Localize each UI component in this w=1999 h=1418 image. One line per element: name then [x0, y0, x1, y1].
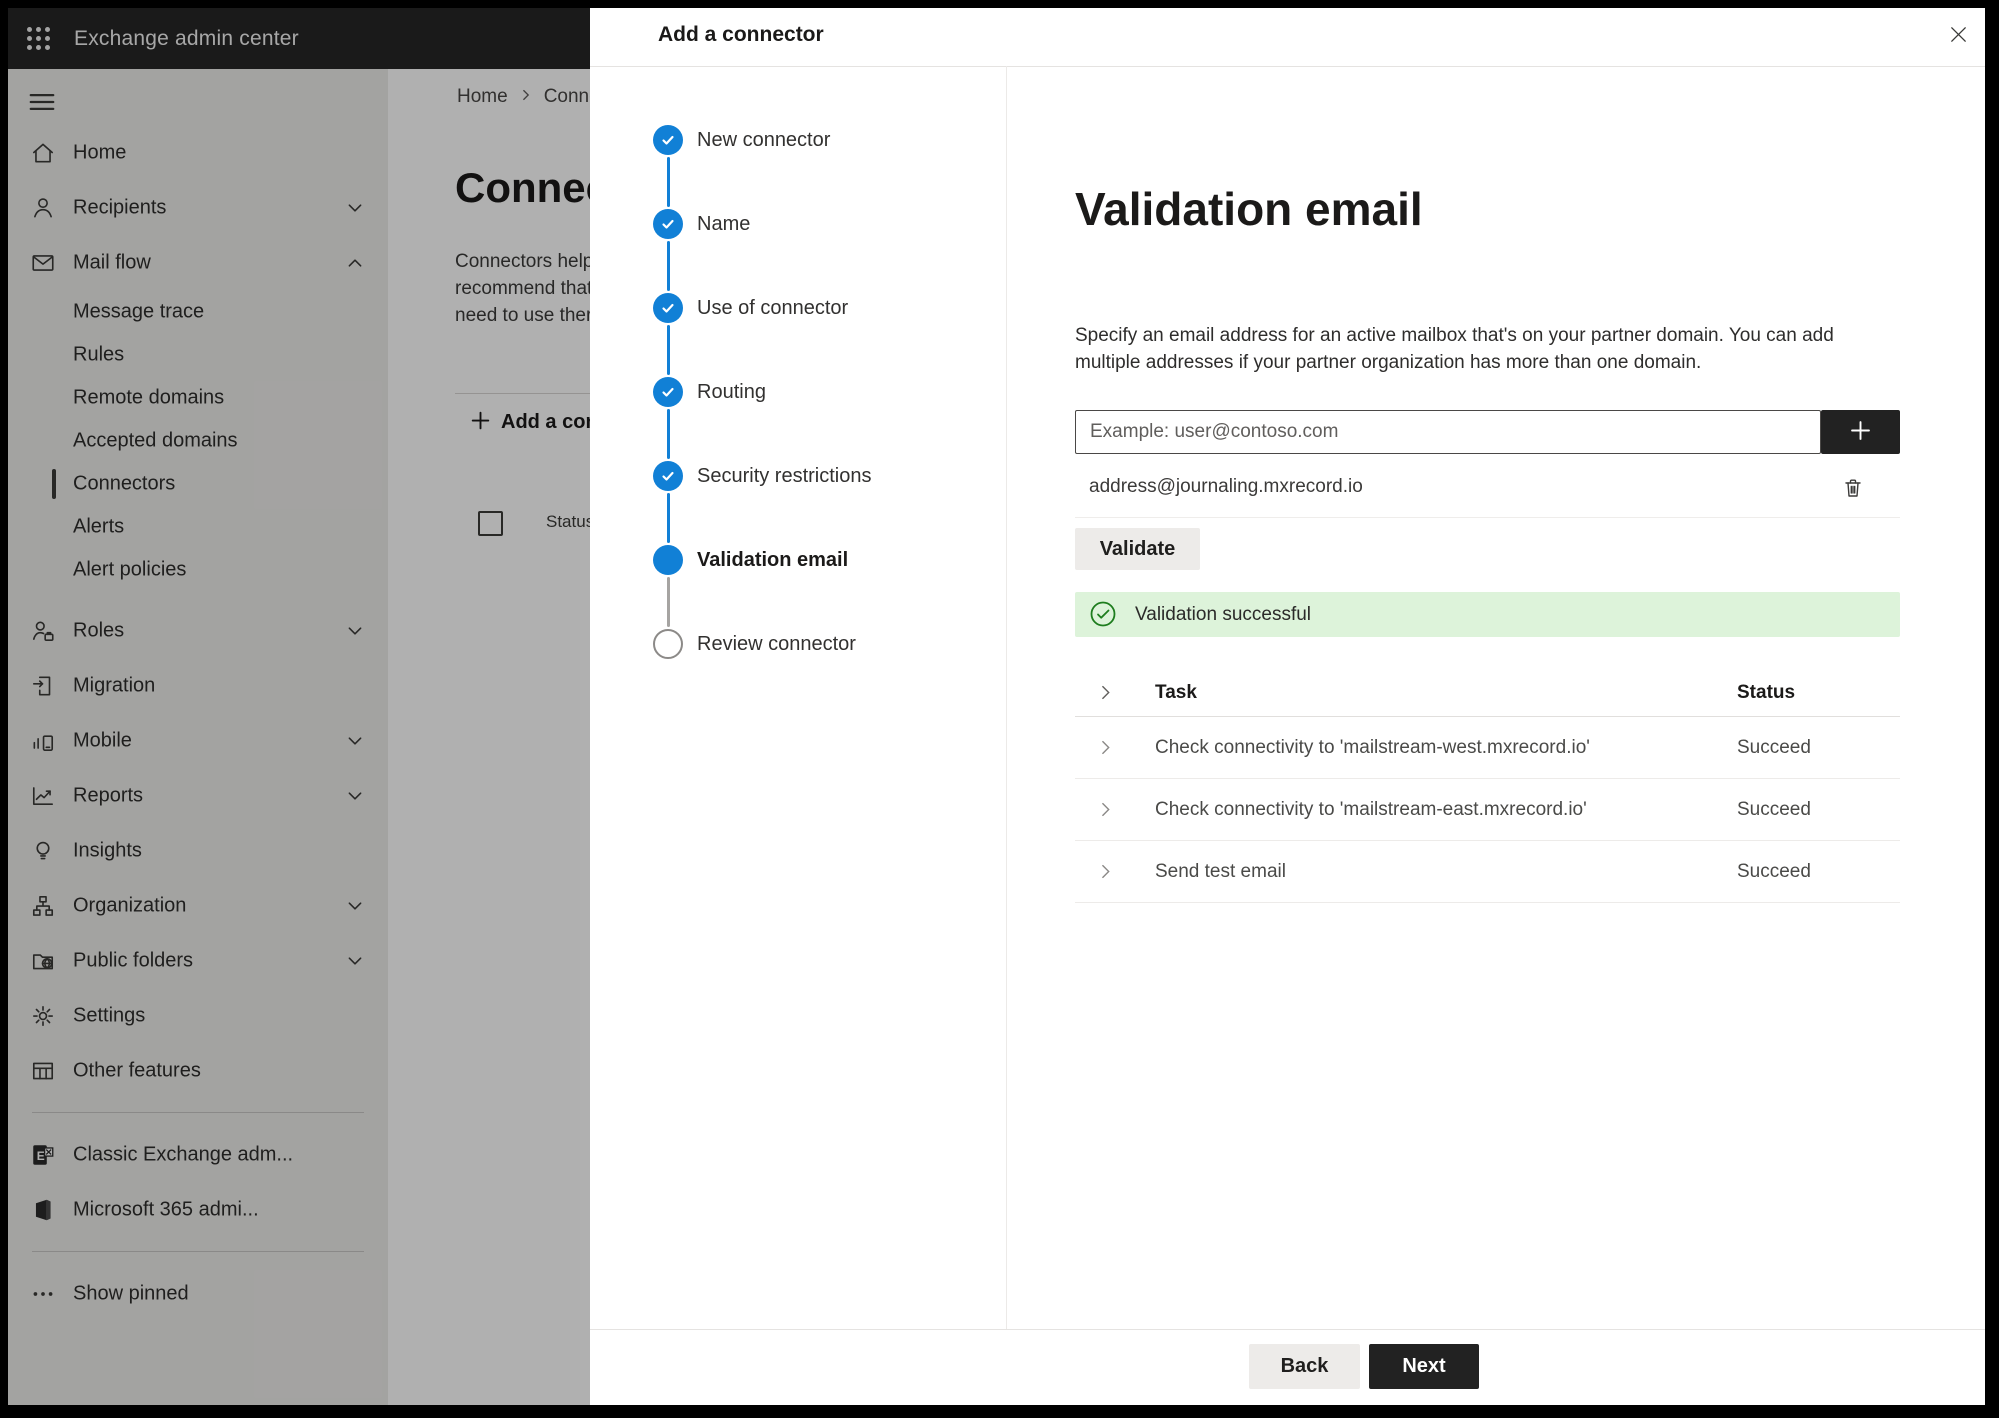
- status-column-header: Status: [1737, 682, 1796, 703]
- panel-title: Add a connector: [658, 23, 824, 46]
- chevron-right-icon[interactable]: [1096, 684, 1114, 702]
- step-label: Routing: [697, 381, 766, 403]
- close-icon[interactable]: [1940, 16, 1976, 52]
- step-validation-email[interactable]: Validation email: [590, 545, 1006, 577]
- step-connector-line: [667, 577, 670, 627]
- address-list-item: address@journaling.mxrecord.io: [1075, 470, 1900, 504]
- status-cell: Succeed: [1737, 860, 1811, 882]
- chevron-right-icon[interactable]: [1096, 739, 1114, 757]
- step-label: Validation email: [697, 549, 849, 571]
- step-description: Specify an email address for an active m…: [1075, 325, 1834, 373]
- status-cell: Succeed: [1737, 736, 1811, 758]
- email-input[interactable]: [1075, 410, 1821, 454]
- panel-header: Add a connector: [590, 8, 1985, 67]
- task-column-header: Task: [1155, 682, 1197, 703]
- step-name[interactable]: Name: [590, 209, 1006, 241]
- step-connector-line: [667, 157, 670, 207]
- plus-icon: [1847, 417, 1874, 447]
- step-check-icon: [653, 209, 683, 239]
- trash-icon[interactable]: [1837, 472, 1869, 504]
- step-check-icon: [653, 377, 683, 407]
- step-new-connector[interactable]: New connector: [590, 125, 1006, 157]
- step-connector-line: [667, 493, 670, 543]
- screen: Exchange admin center Home Recipients Mail…: [8, 8, 1985, 1405]
- step-heading: Validation email: [1075, 183, 1423, 235]
- step-connector-line: [667, 409, 670, 459]
- add-address-button[interactable]: [1821, 410, 1900, 454]
- step-label: New connector: [697, 129, 831, 151]
- step-review-connector[interactable]: Review connector: [590, 629, 1006, 661]
- validation-task-row[interactable]: Check connectivity to 'mailstream-west.m…: [1075, 717, 1900, 779]
- validate-button[interactable]: Validate: [1075, 528, 1200, 570]
- task-cell: Check connectivity to 'mailstream-west.m…: [1155, 736, 1590, 758]
- validation-task-row[interactable]: Send test email Succeed: [1075, 841, 1900, 903]
- chevron-right-icon[interactable]: [1096, 801, 1114, 819]
- step-check-icon: [653, 125, 683, 155]
- step-label: Review connector: [697, 633, 856, 655]
- validation-task-table: Task Status Check connectivity to 'mails…: [1075, 670, 1900, 903]
- wizard-stepper: New connector Name Use of connector Routing…: [590, 66, 1007, 1330]
- step-connector-line: [667, 241, 670, 291]
- table-header-row: Task Status: [1075, 670, 1900, 717]
- step-label: Name: [697, 213, 751, 235]
- step-current-dot: [653, 545, 683, 575]
- step-use-of-connector[interactable]: Use of connector: [590, 293, 1006, 325]
- step-label: Security restrictions: [697, 465, 872, 487]
- back-button[interactable]: Back: [1249, 1344, 1360, 1389]
- task-cell: Check connectivity to 'mailstream-east.m…: [1155, 798, 1587, 820]
- divider: [1075, 517, 1900, 518]
- email-entry-row: [1075, 410, 1900, 454]
- step-connector-line: [667, 325, 670, 375]
- chevron-right-icon[interactable]: [1096, 863, 1114, 881]
- step-security-restrictions[interactable]: Security restrictions: [590, 461, 1006, 493]
- validation-task-row[interactable]: Check connectivity to 'mailstream-east.m…: [1075, 779, 1900, 841]
- panel-content: Validation email Specify an email addres…: [1006, 66, 1985, 1330]
- address-text: address@journaling.mxrecord.io: [1089, 476, 1363, 497]
- validation-success-banner: Validation successful: [1075, 592, 1900, 637]
- modal-overlay: [8, 8, 590, 1405]
- status-cell: Succeed: [1737, 798, 1811, 820]
- step-empty-circle: [653, 629, 683, 659]
- step-label: Use of connector: [697, 297, 849, 319]
- panel-footer: Back Next: [590, 1329, 1985, 1405]
- step-check-icon: [653, 461, 683, 491]
- step-routing[interactable]: Routing: [590, 377, 1006, 409]
- banner-text: Validation successful: [1135, 604, 1312, 625]
- add-connector-panel: Add a connector New connector Name Use of …: [590, 8, 1985, 1405]
- task-cell: Send test email: [1155, 860, 1286, 882]
- step-check-icon: [653, 293, 683, 323]
- next-button[interactable]: Next: [1369, 1344, 1479, 1389]
- success-check-icon: [1089, 600, 1117, 628]
